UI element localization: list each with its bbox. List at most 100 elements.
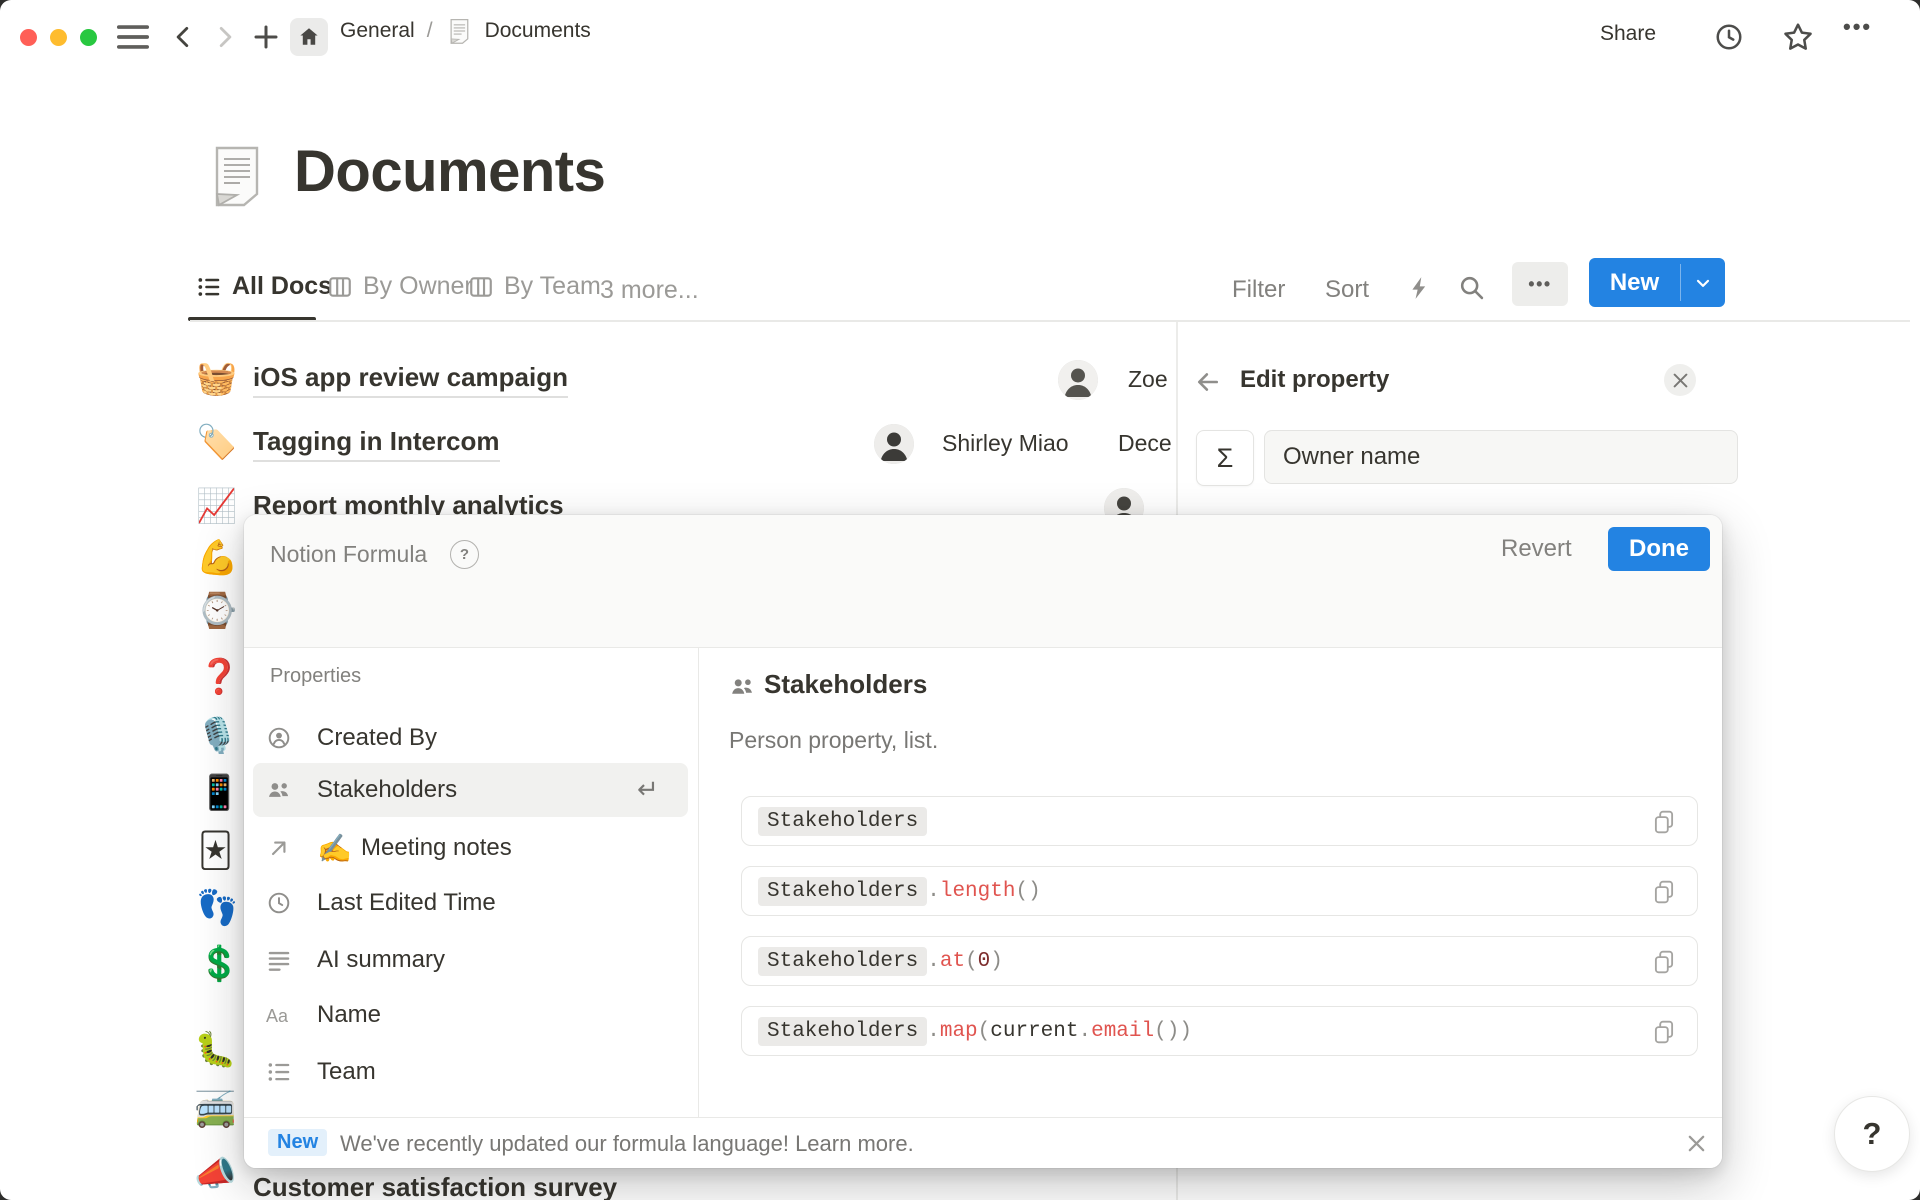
search-icon[interactable] [1454,270,1490,306]
sort-button[interactable]: Sort [1325,276,1369,304]
document-page-icon [445,17,473,45]
back-arrow-icon[interactable] [1192,366,1224,398]
people-icon [729,673,756,700]
row-emoji: 🚎 [194,1090,236,1130]
new-button-group: New [1589,258,1725,307]
formula-dialog-header: Notion Formula ? Revert Done [244,515,1722,648]
avatar [874,424,914,464]
person-name: Zoe [1128,366,1168,393]
updates-clock-icon[interactable] [1711,19,1747,55]
breadcrumb-separator: / [427,19,433,43]
property-item-stakeholders[interactable]: Stakeholders ↵ [253,763,688,817]
titlebar: General / Documents Share ••• [0,0,1920,62]
formula-example[interactable]: Stakeholders [741,796,1698,846]
row-emoji: 🧺 [196,358,237,398]
formula-dialog: Notion Formula ? Revert Done Properties … [244,515,1722,1168]
tab-more[interactable]: 3 more... [600,276,699,305]
property-label: Last Edited Time [317,889,496,917]
board-view-icon [468,274,494,300]
formula-example[interactable]: Stakeholders.map(current.email()) [741,1006,1698,1056]
tab-all-docs[interactable]: All Docs [196,272,332,301]
screen: { "topbar": { "breadcrumb_root": "Genera… [0,0,1920,1200]
property-item-created-by[interactable]: Created By [253,711,688,765]
help-button[interactable]: ? [1834,1096,1910,1172]
row-emoji: 💲 [198,944,240,984]
row-emoji: 🃏 [198,831,233,871]
tab-label: By Owner [363,272,473,301]
avatar [1058,360,1098,400]
window-zoom-button[interactable] [80,29,97,46]
forward-icon[interactable] [208,19,242,55]
property-label: Team [317,1058,376,1086]
page-icon[interactable] [204,143,268,207]
property-label: Stakeholders [317,776,457,804]
arrow-up-right-icon [266,835,292,861]
copy-icon[interactable] [1651,809,1677,835]
copy-icon[interactable] [1651,879,1677,905]
formula-sigma-icon[interactable]: Σ [1196,430,1254,486]
page-title[interactable]: Documents [294,138,605,205]
row-emoji: 📱 [198,773,240,813]
pane-divider [698,648,699,1117]
detail-title: Stakeholders [764,669,927,700]
table-row[interactable]: 🏷️ Tagging in Intercom Shirley Miao Dece [0,412,1176,476]
property-name-input[interactable] [1264,430,1738,484]
new-dropdown-chevron-icon[interactable] [1681,258,1725,307]
formula-code: Stakeholders.at(0) [758,947,1003,976]
row-title[interactable]: Tagging in Intercom [253,426,500,462]
return-key-icon: ↵ [637,774,659,805]
window-minimize-button[interactable] [50,29,67,46]
view-options-ellipsis-icon[interactable]: ••• [1512,262,1568,306]
breadcrumb-current[interactable]: Documents [485,19,591,43]
breadcrumb-root[interactable]: General [340,19,415,43]
tab-by-team[interactable]: By Team [468,272,601,301]
copy-icon[interactable] [1651,1019,1677,1045]
revert-button[interactable]: Revert [1501,527,1572,571]
row-emoji: 🎙️ [196,716,238,756]
property-item-team[interactable]: Team [253,1045,688,1099]
home-icon[interactable] [290,18,328,56]
new-button[interactable]: New [1589,258,1680,307]
person-name: Shirley Miao [942,430,1069,457]
svg-text:Aa: Aa [266,1006,289,1026]
sidebar-menu-icon[interactable] [112,21,154,53]
favorite-star-icon[interactable] [1779,18,1817,56]
board-view-icon [327,274,353,300]
property-label: AI summary [317,946,445,974]
window-close-button[interactable] [20,29,37,46]
row-emoji: 📣 [194,1154,236,1194]
row-emoji: 👣 [196,888,238,928]
row-title[interactable]: iOS app review campaign [253,362,568,398]
property-item-name[interactable]: Aa Name [253,988,688,1042]
banner-close-icon[interactable] [1684,1131,1708,1155]
share-button[interactable]: Share [1600,22,1656,46]
property-emoji: ✍️ [317,832,352,865]
done-button[interactable]: Done [1608,527,1710,571]
close-icon[interactable] [1664,364,1696,396]
breadcrumb: General / Documents [340,0,591,62]
formula-help-icon[interactable]: ? [450,540,479,569]
table-row[interactable]: 🧺 iOS app review campaign Zoe [0,348,1176,412]
formula-example[interactable]: Stakeholders.at(0) [741,936,1698,986]
new-badge: New [268,1129,327,1156]
formula-code: Stakeholders.map(current.email()) [758,1017,1192,1046]
filter-button[interactable]: Filter [1232,276,1285,304]
property-item-last-edited-time[interactable]: Last Edited Time [253,876,688,930]
property-item-meeting-notes[interactable]: ✍️ Meeting notes [253,821,688,875]
property-item-ai-summary[interactable]: AI summary [253,933,688,987]
copy-icon[interactable] [1651,949,1677,975]
tab-by-owner[interactable]: By Owner [327,272,473,301]
formula-banner: New We've recently updated our formula l… [244,1117,1722,1168]
more-options-icon[interactable]: ••• [1843,14,1872,40]
property-label: Meeting notes [361,834,512,862]
automations-bolt-icon[interactable] [1402,270,1438,306]
new-page-plus-icon[interactable] [248,19,284,55]
detail-description: Person property, list. [729,727,938,754]
formula-example[interactable]: Stakeholders.length() [741,866,1698,916]
panel-title: Edit property [1240,366,1389,394]
formula-code: Stakeholders.length() [758,877,1041,906]
text-lines-icon [266,947,292,973]
back-icon[interactable] [166,19,200,55]
row-title[interactable]: Customer satisfaction survey [253,1172,617,1200]
list-view-icon [196,274,222,300]
